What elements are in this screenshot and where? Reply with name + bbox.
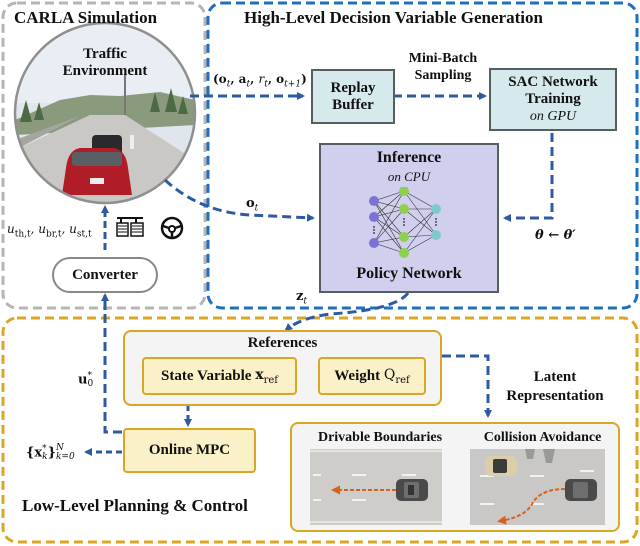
replay-buffer-line1: Replay (330, 79, 376, 96)
obstacle-vehicle-icon (485, 456, 517, 476)
high-level-panel-title: High-Level Decision Variable Generation (244, 8, 543, 27)
param-update-label: θ ← θ′ (535, 228, 576, 243)
sac-training-line2: Training (525, 91, 581, 107)
references-title: References (247, 335, 318, 351)
latent-representation-label: Latent Representation (490, 368, 620, 406)
latent-out-label: zt (296, 289, 308, 307)
converter-node: Converter (52, 257, 158, 293)
collision-avoidance-scene (470, 449, 605, 525)
steering-wheel-icon (160, 216, 184, 240)
mini-batch-label: Mini-Batch Sampling (398, 50, 488, 84)
drivable-boundaries-scene (310, 449, 442, 525)
mini-batch-line2: Sampling (414, 68, 472, 83)
traffic-environment-label: Traffic Environment (55, 46, 155, 80)
policy-network-label: Policy Network (356, 265, 462, 282)
low-level-panel-title: Low-Level Planning & Control (22, 496, 248, 515)
latent-line1: Latent (533, 369, 577, 385)
neural-network-icon (369, 187, 441, 258)
state-variable-box: State Variable xref (142, 357, 297, 395)
weight-symbol: Q (383, 366, 396, 383)
weight-label: Weight (334, 367, 381, 384)
drivable-boundaries-title: Drivable Boundaries (317, 430, 443, 445)
ego-vehicle-icon (396, 479, 428, 501)
replay-buffer-node: Replay Buffer (311, 69, 395, 124)
weight-subscript: ref (395, 374, 410, 386)
arrow-sac-to-inference (503, 133, 554, 222)
traffic-label-line2: Environment (62, 63, 148, 79)
online-mpc-label: Online MPC (148, 442, 231, 458)
pedals-icon (116, 217, 144, 237)
sac-training-device: on GPU (529, 109, 577, 124)
online-mpc-node: Online MPC (123, 428, 256, 473)
mini-batch-line1: Mini-Batch (408, 51, 478, 66)
inference-title: Inference (376, 149, 442, 166)
sac-training-node: SAC Network Training on GPU (489, 68, 617, 131)
transition-label: (ot, at, rt, ot+1) (213, 72, 307, 90)
trajectory-label: {x * k} Nk=0 (26, 443, 75, 462)
sac-training-line1: SAC Network (508, 74, 598, 90)
arrow-obs-to-inference (163, 178, 315, 222)
latent-line2: Representation (506, 388, 604, 404)
control-inputs-label: uth,t, ubr,t, ust,t (7, 222, 92, 240)
ego-vehicle-icon-2 (565, 479, 597, 501)
carla-panel-title: CARLA Simulation (14, 8, 158, 27)
obs-label: ot (246, 196, 259, 214)
state-variable-label: State Variable (161, 367, 252, 384)
inference-device: on CPU (387, 169, 431, 184)
state-subscript: ref (263, 374, 278, 386)
arrow-references-to-scenarios (442, 354, 492, 418)
policy-network-node: Inference on CPU Policy Network (319, 143, 499, 293)
state-symbol: x (255, 366, 264, 383)
replay-buffer-line2: Buffer (332, 96, 374, 113)
collision-avoidance-title: Collision Avoidance (483, 430, 602, 445)
weight-box: Weight Qref (318, 357, 426, 395)
optimal-control-label: u * 0 (78, 371, 94, 389)
traffic-label-line1: Traffic (83, 46, 127, 62)
converter-label: Converter (72, 266, 138, 283)
